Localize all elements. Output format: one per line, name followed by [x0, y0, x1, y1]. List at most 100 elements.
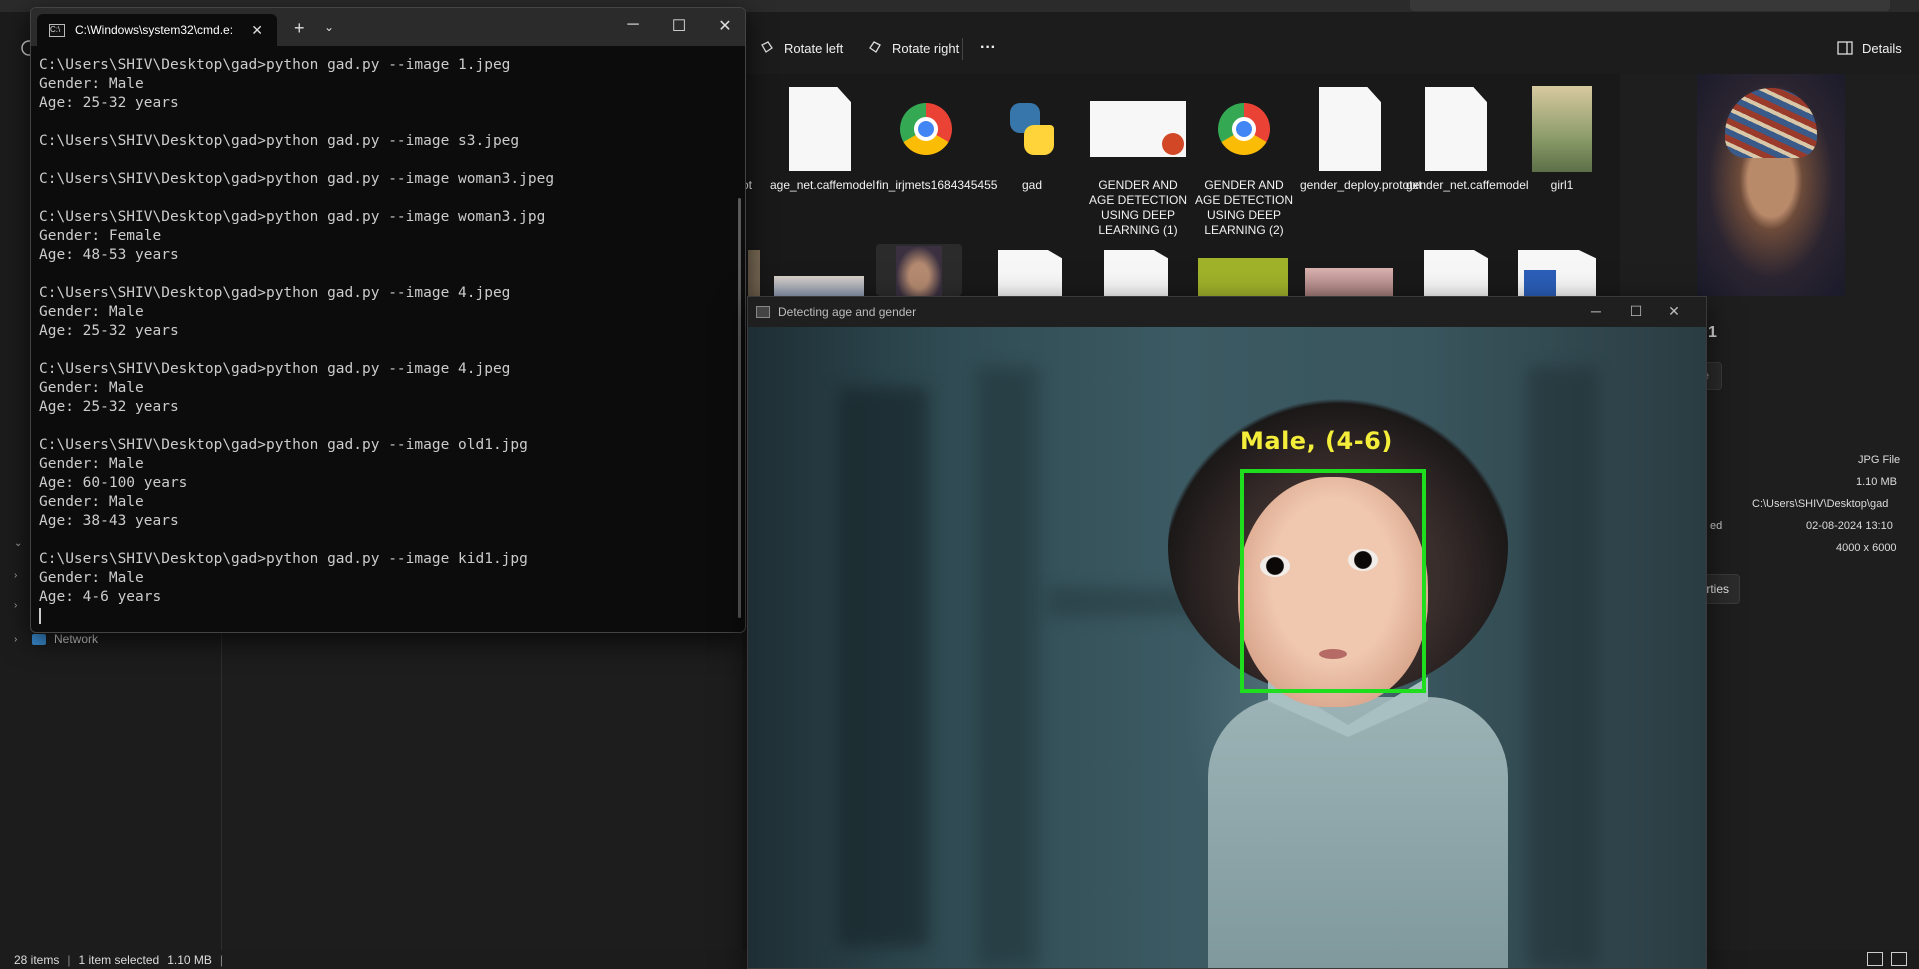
detection-window: Detecting age and gender ─ ☐ ✕ Male, (4-…	[747, 296, 1707, 969]
maximize-button[interactable]: ☐	[1626, 303, 1646, 320]
scrollbar[interactable]	[738, 198, 741, 618]
file-name: GENDER AND AGE DETECTION USING DEEP LEAR…	[1194, 178, 1293, 237]
cmd-icon: C:\	[49, 23, 65, 37]
document-icon[interactable]	[1104, 250, 1168, 296]
file-item[interactable]: gender_deploy.prototxt	[1300, 86, 1422, 193]
file-name: GENDER AND AGE DETECTION USING DEEP LEAR…	[1088, 178, 1187, 237]
close-button[interactable]: ✕	[715, 16, 735, 36]
rotate-left-button[interactable]: Rotate left	[758, 36, 843, 60]
date-value: 02-08-2024 13:10	[1806, 520, 1893, 532]
details-pane-icon	[1837, 41, 1853, 55]
terminal-line: C:\Users\SHIV\Desktop\gad>python gad.py …	[39, 209, 546, 225]
sidebar-item-collapsed-1[interactable]: ›	[14, 570, 24, 581]
command-prompt-window: C:\ C:\Windows\system32\cmd.e: ✕ + ⌄ ─ ☐…	[30, 7, 746, 633]
maximize-button[interactable]: ☐	[669, 16, 689, 36]
child-shirt	[1208, 697, 1508, 968]
cmd-titlebar[interactable]: C:\ C:\Windows\system32\cmd.e: ✕ + ⌄ ─ ☐…	[31, 8, 745, 46]
new-tab-button[interactable]: +	[294, 18, 305, 39]
file-name: fin_irjmets1684345455	[876, 178, 998, 192]
tab-dropdown-button[interactable]: ⌄	[324, 20, 334, 34]
chrome-file-icon[interactable]	[1424, 250, 1488, 296]
file-name: gad	[1021, 178, 1043, 192]
sidebar-item-network[interactable]: › Network	[14, 632, 98, 646]
file-type-value: JPG File	[1858, 454, 1901, 466]
terminal-line: C:\Users\SHIV\Desktop\gad>python gad.py …	[39, 437, 528, 453]
tiles-view-icon[interactable]	[1891, 952, 1907, 966]
detection-window-title: Detecting age and gender	[778, 305, 917, 319]
rotate-right-button[interactable]: Rotate right	[866, 36, 959, 60]
terminal-line: C:\Users\SHIV\Desktop\gad>python gad.py …	[39, 285, 511, 301]
terminal-output[interactable]: C:\Users\SHIV\Desktop\gad>python gad.py …	[39, 56, 729, 626]
rotate-left-icon	[761, 41, 773, 53]
document-icon	[789, 87, 851, 171]
sidebar-collapse[interactable]: ⌄	[14, 538, 24, 549]
face-bounding-box	[1240, 469, 1426, 693]
file-thumbnail[interactable]	[748, 250, 760, 296]
image-thumbnail	[1532, 86, 1592, 172]
cmd-tab[interactable]: C:\ C:\Windows\system32\cmd.e: ✕	[37, 14, 277, 46]
detection-titlebar[interactable]: Detecting age and gender ─ ☐ ✕	[748, 297, 1706, 327]
terminal-line: Age: 48-53 years	[39, 247, 179, 263]
terminal-line: Gender: Male	[39, 304, 144, 320]
document-icon	[1319, 87, 1381, 171]
details-button[interactable]: Details	[1836, 36, 1902, 60]
terminal-line: Gender: Male	[39, 380, 144, 396]
file-thumbnail[interactable]	[774, 276, 864, 296]
image-thumbnail[interactable]	[1198, 258, 1288, 296]
close-button[interactable]: ✕	[1664, 303, 1684, 320]
file-item[interactable]: fin_irjmets1684345455	[876, 86, 998, 193]
file-item[interactable]: GENDER AND AGE DETECTION USING DEEP LEAR…	[1194, 86, 1294, 238]
file-name: gender_deploy.prototxt	[1300, 178, 1422, 192]
item-count: 28 items	[14, 952, 60, 967]
file-item[interactable]: gad	[982, 86, 1082, 193]
chrome-icon	[900, 103, 952, 155]
details-view-icon[interactable]	[1867, 952, 1883, 966]
terminal-line: Gender: Male	[39, 494, 144, 510]
preview-image	[1697, 74, 1845, 296]
close-tab-icon[interactable]: ✕	[251, 22, 263, 39]
file-path-value: C:\Users\SHIV\Desktop\gad	[1752, 498, 1889, 510]
prediction-label: Male, (4-6)	[1240, 427, 1393, 455]
terminal-line: C:\Users\SHIV\Desktop\gad>python gad.py …	[39, 57, 511, 73]
file-name: gender_net.caffemodel	[1406, 178, 1529, 192]
sidebar-item-collapsed-2[interactable]: ›	[14, 600, 24, 611]
file-item[interactable]: GENDER AND AGE DETECTION USING DEEP LEAR…	[1088, 86, 1188, 238]
toolbar-divider	[962, 38, 963, 60]
minimize-button[interactable]: ─	[623, 16, 643, 34]
file-item[interactable]: girl1	[1512, 86, 1612, 193]
document-icon[interactable]	[998, 250, 1062, 296]
terminal-line: Gender: Male	[39, 76, 144, 92]
image-thumbnail[interactable]	[1305, 268, 1393, 296]
file-item[interactable]: gender_net.caffemodel	[1406, 86, 1529, 193]
word-icon[interactable]	[1518, 250, 1596, 296]
details-label: Details	[1862, 40, 1902, 56]
terminal-cursor	[39, 607, 729, 626]
terminal-line: C:\Users\SHIV\Desktop\gad>python gad.py …	[39, 133, 520, 149]
chevron-right-icon: ›	[14, 570, 18, 581]
file-size-value: 1.10 MB	[1856, 476, 1897, 488]
terminal-line: Gender: Male	[39, 456, 144, 472]
more-options-button[interactable]: ···	[980, 36, 996, 60]
minimize-button[interactable]: ─	[1586, 303, 1606, 319]
details-title-fragment: 1	[1708, 324, 1717, 341]
terminal-line: C:\Users\SHIV\Desktop\gad>python gad.py …	[39, 361, 511, 377]
terminal-line: Gender: Female	[39, 228, 162, 244]
network-icon	[32, 633, 46, 645]
file-list-empty-area	[222, 620, 742, 950]
document-icon	[1425, 87, 1487, 171]
terminal-line: Gender: Male	[39, 570, 144, 586]
chevron-right-icon: ›	[14, 600, 18, 611]
chevron-down-icon: ⌄	[14, 538, 23, 549]
file-item[interactable]: age_net.caffemodel	[770, 86, 876, 193]
terminal-line: C:\Users\SHIV\Desktop\gad>python gad.py …	[39, 171, 555, 187]
detection-image: Male, (4-6)	[748, 327, 1706, 968]
search-box[interactable]	[1410, 0, 1890, 11]
file-item-selected[interactable]	[876, 244, 962, 296]
file-name: age_net.caffemodel	[770, 178, 876, 192]
terminal-line: Age: 25-32 years	[39, 95, 179, 111]
image-thumbnail	[896, 246, 942, 296]
